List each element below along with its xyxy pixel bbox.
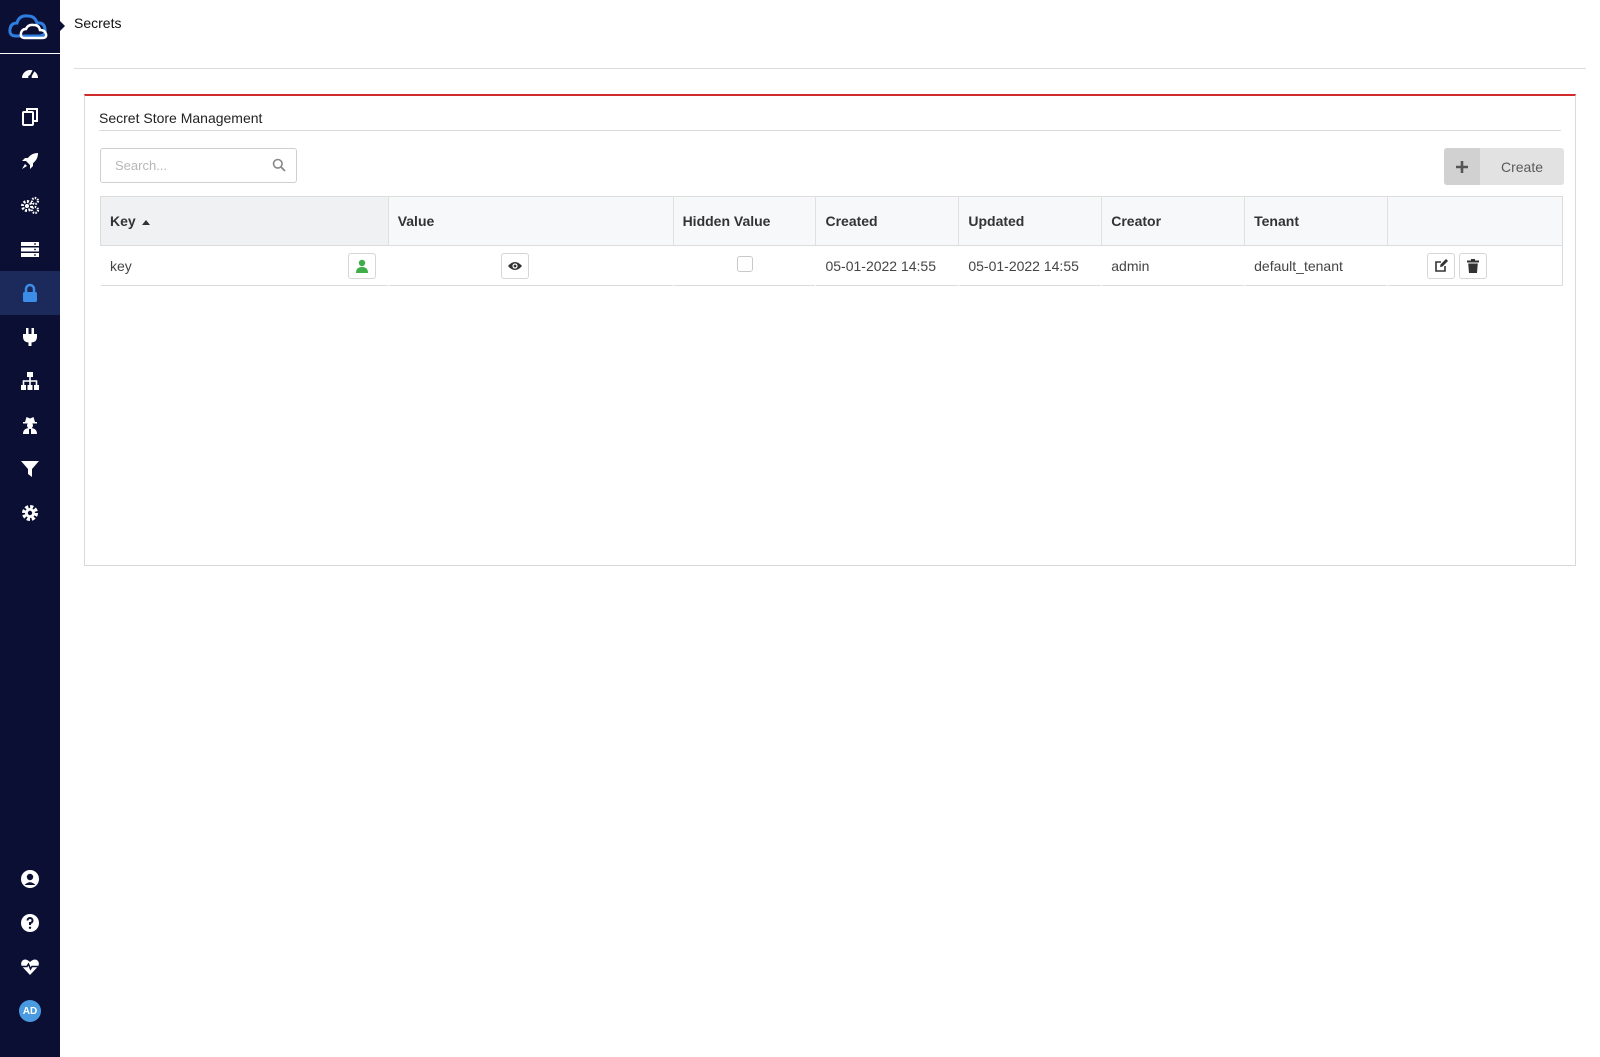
heartbeat-icon	[21, 959, 39, 975]
column-header-actions	[1387, 196, 1563, 246]
sidebar-item-topology[interactable]	[0, 359, 60, 403]
updated-cell: 05-01-2022 14:55	[968, 257, 1079, 274]
key-cell: key	[101, 246, 389, 286]
lock-icon	[23, 283, 37, 302]
sidebar-item-blueprints[interactable]	[0, 95, 60, 139]
actions-cell	[1388, 246, 1563, 286]
trash-icon	[1467, 258, 1480, 273]
column-header-label: Key	[110, 213, 136, 229]
visibility-level-button[interactable]	[347, 252, 376, 279]
delete-button[interactable]	[1459, 252, 1488, 279]
cogs-icon	[21, 196, 40, 215]
creator-cell: admin	[1111, 257, 1150, 274]
cloud-logo-icon[interactable]	[0, 0, 60, 54]
column-header-updated[interactable]: Updated	[958, 196, 1102, 246]
panel-divider	[99, 130, 1561, 131]
search-box	[100, 148, 297, 183]
plus-icon	[1444, 148, 1480, 185]
avatar-initials: AD	[19, 1000, 41, 1022]
created-cell: 05-01-2022 14:55	[825, 257, 937, 274]
hidden-value-cell	[673, 246, 816, 286]
hidden-value-checkbox[interactable]	[736, 256, 753, 272]
column-header-value[interactable]: Value	[387, 196, 674, 246]
user-secret-icon	[23, 417, 37, 434]
copy-icon	[22, 108, 38, 126]
secrets-table: Key Value Hidden Value Created Updated C…	[100, 196, 1563, 286]
sidebar-item-executions[interactable]	[0, 183, 60, 227]
plug-icon	[23, 328, 37, 346]
user-icon	[355, 259, 368, 273]
create-button[interactable]: Create	[1444, 148, 1564, 185]
edit-icon	[1434, 259, 1448, 272]
sidebar-collapse-caret-icon	[59, 20, 65, 32]
dashboard-icon	[22, 69, 38, 79]
filter-icon	[21, 461, 39, 477]
sidebar-item-tenants[interactable]	[0, 403, 60, 447]
column-header-created[interactable]: Created	[815, 196, 959, 246]
column-header-tenant[interactable]: Tenant	[1244, 196, 1388, 246]
table-header-row: Key Value Hidden Value Created Updated C…	[100, 196, 1563, 246]
table-row: key 05-01-2022 14:55 05-01-2022 14:55 ad…	[101, 246, 1563, 286]
sidebar-item-help[interactable]	[0, 901, 60, 945]
header-divider	[74, 68, 1586, 69]
sidebar-item-plugins[interactable]	[0, 315, 60, 359]
panel-title: Secret Store Management	[99, 110, 263, 126]
eye-icon	[507, 261, 522, 270]
server-icon	[21, 242, 39, 257]
create-button-label: Create	[1500, 158, 1544, 175]
sidebar-item-health[interactable]	[0, 945, 60, 989]
sidebar-item-dashboard[interactable]	[0, 51, 60, 95]
secret-store-panel: Secret Store Management Create Key Value…	[84, 94, 1576, 566]
sidebar: AD	[0, 0, 60, 1057]
edit-button[interactable]	[1427, 252, 1456, 279]
tenant-cell: default_tenant	[1254, 257, 1343, 274]
search-input[interactable]	[101, 149, 269, 182]
sitemap-icon	[21, 372, 39, 390]
sidebar-item-secrets[interactable]	[0, 271, 60, 315]
secret-key: key	[110, 257, 132, 274]
gear-icon	[22, 505, 38, 521]
sidebar-item-deployments[interactable]	[0, 139, 60, 183]
avatar[interactable]: AD	[0, 989, 60, 1033]
show-value-button[interactable]	[500, 252, 529, 279]
sidebar-item-settings[interactable]	[0, 491, 60, 535]
column-header-creator[interactable]: Creator	[1101, 196, 1245, 246]
sidebar-item-sites[interactable]	[0, 227, 60, 271]
sidebar-item-account[interactable]	[0, 857, 60, 901]
user-circle-icon	[21, 870, 39, 888]
question-circle-icon	[21, 914, 39, 932]
column-header-hidden-value[interactable]: Hidden Value	[672, 196, 816, 246]
column-header-key[interactable]: Key	[100, 196, 389, 246]
page-title: Secrets	[74, 15, 122, 31]
value-cell	[388, 246, 673, 286]
search-icon[interactable]	[272, 158, 286, 172]
sort-ascending-icon	[141, 219, 150, 225]
sidebar-item-filters[interactable]	[0, 447, 60, 491]
rocket-icon	[22, 153, 38, 169]
